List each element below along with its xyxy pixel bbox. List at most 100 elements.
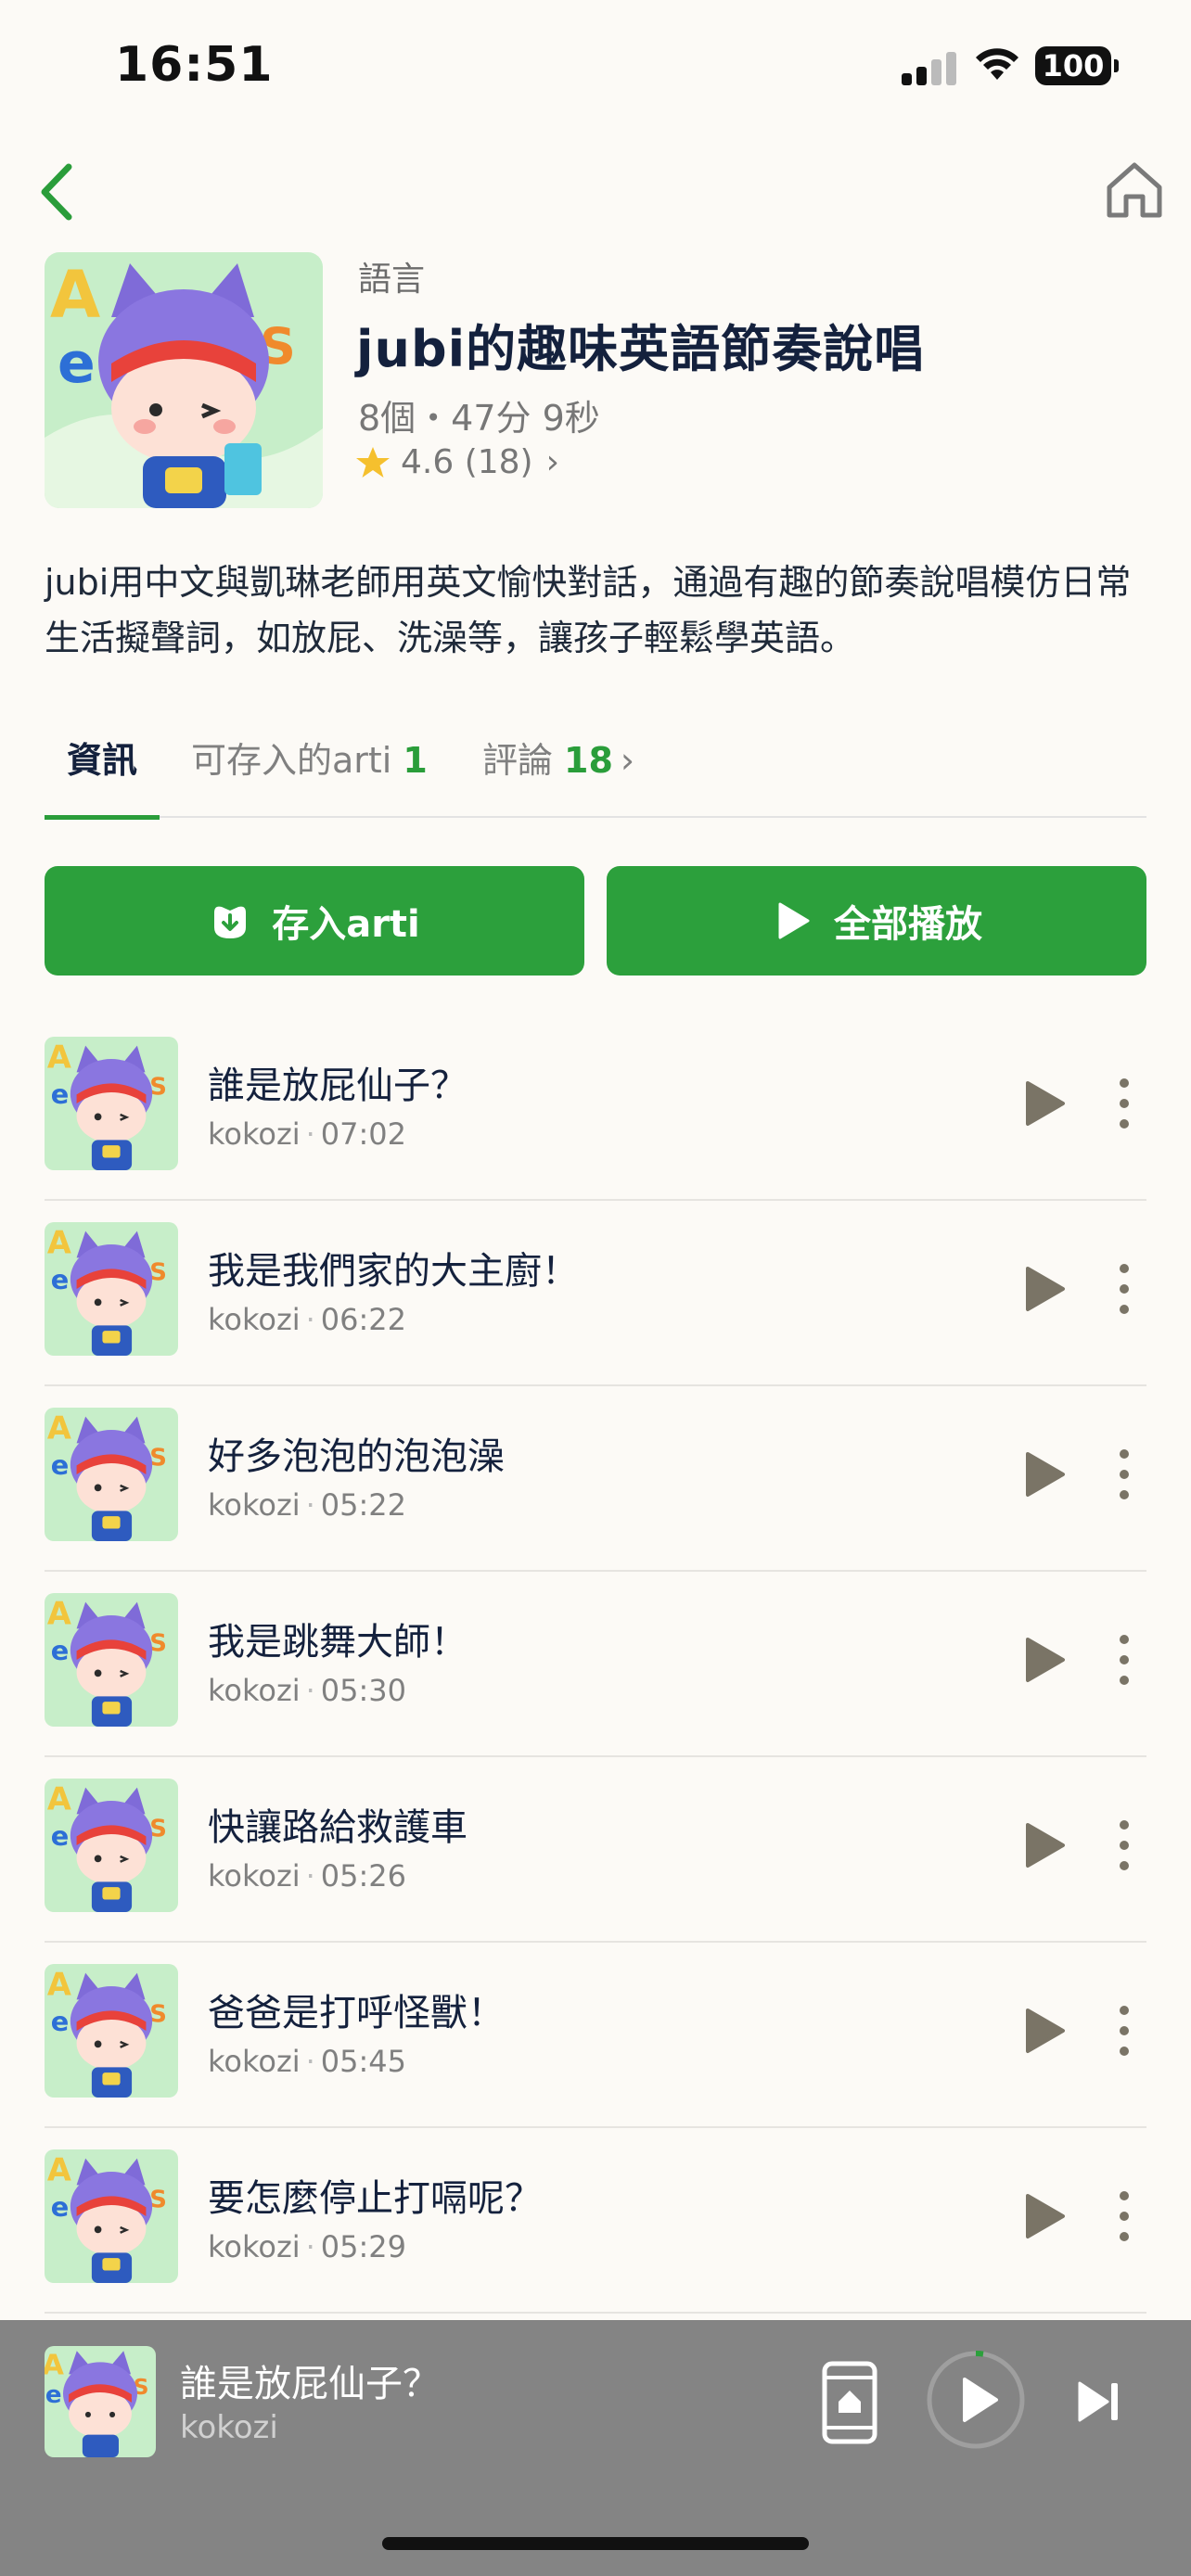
- tab-reviews-count: 18: [564, 740, 613, 781]
- separator-dot: ·: [305, 1487, 315, 1523]
- track-thumbnail: Ae S: [45, 1964, 178, 2098]
- track-subtitle: kokozi · 07:02: [208, 1116, 406, 1152]
- track-subtitle: kokozi · 05:30: [208, 1673, 406, 1708]
- more-options-icon[interactable]: [1106, 2001, 1143, 2060]
- track-title: 爸爸是打呼怪獸！: [208, 1992, 505, 2034]
- track-duration: 05:22: [320, 1487, 407, 1523]
- mini-player-cover: A e S: [45, 2346, 156, 2457]
- tab-info[interactable]: 資訊: [44, 733, 160, 820]
- svg-text:e: e: [45, 2381, 62, 2409]
- tab-arti-count: 1: [403, 740, 428, 781]
- next-track-icon[interactable]: [1072, 2376, 1124, 2428]
- track-duration: 05:30: [320, 1673, 407, 1708]
- track-duration: 05:26: [320, 1858, 407, 1894]
- track-artist: kokozi: [208, 2229, 301, 2264]
- svg-text:A: A: [47, 1596, 71, 1632]
- svg-text:A: A: [50, 257, 100, 333]
- play-icon: [778, 902, 810, 939]
- play-icon[interactable]: [1018, 1263, 1070, 1315]
- svg-text:e: e: [51, 2191, 70, 2223]
- chevron-right-icon: ›: [545, 443, 559, 481]
- svg-text:A: A: [47, 2152, 71, 2188]
- svg-text:S: S: [149, 1629, 167, 1657]
- svg-text:S: S: [149, 2186, 167, 2213]
- album-cover: A e S: [45, 252, 323, 508]
- track-artist: kokozi: [208, 2044, 301, 2079]
- track-row[interactable]: Ae S 我是跳舞大師！ kokozi · 05:30: [45, 1593, 1146, 1757]
- track-row[interactable]: Ae S 我是我們家的大主廚！ kokozi · 06:22: [45, 1222, 1146, 1386]
- track-thumbnail: Ae S: [45, 1779, 178, 1912]
- svg-text:S: S: [149, 1444, 167, 1472]
- rating-value: 4.6 (18): [401, 443, 533, 481]
- track-thumbnail: Ae S: [45, 2149, 178, 2283]
- track-artist: kokozi: [208, 1858, 301, 1894]
- mini-player-artist: kokozi: [180, 2409, 278, 2446]
- mini-player-play-icon[interactable]: [926, 2350, 1026, 2450]
- chevron-right-icon: ›: [620, 740, 635, 781]
- svg-text:S: S: [149, 1073, 167, 1101]
- svg-text:e: e: [51, 1449, 70, 1481]
- home-icon[interactable]: [1102, 158, 1167, 223]
- back-icon[interactable]: [32, 159, 87, 224]
- svg-text:S: S: [149, 2000, 167, 2028]
- more-options-icon[interactable]: [1106, 1630, 1143, 1690]
- track-list: Ae S 誰是放屁仙子？ kokozi · 07:02 Ae S 我是我們家的大主廚！ kokoz…: [45, 1037, 1146, 2520]
- signal-icon: [902, 48, 957, 85]
- status-time: 16:51: [115, 37, 274, 93]
- track-thumbnail: Ae S: [45, 1408, 178, 1541]
- track-title: 快讓路給救護車: [208, 1806, 467, 1849]
- tab-reviews[interactable]: 評論 18 ›: [482, 733, 634, 818]
- separator-dot: ·: [305, 2044, 315, 2079]
- svg-text:S: S: [149, 1258, 167, 1286]
- track-row[interactable]: Ae S 要怎麼停止打嗝呢？ kokozi · 05:29: [45, 2149, 1146, 2314]
- more-options-icon[interactable]: [1106, 1074, 1143, 1133]
- separator-dot: ·: [305, 1116, 315, 1152]
- play-icon[interactable]: [1018, 1448, 1070, 1500]
- track-thumbnail: Ae S: [45, 1593, 178, 1727]
- device-icon[interactable]: [820, 2359, 879, 2446]
- track-row[interactable]: Ae S 誰是放屁仙子？ kokozi · 07:02: [45, 1037, 1146, 1201]
- home-indicator: [382, 2537, 809, 2550]
- track-title: 我是跳舞大師！: [208, 1621, 467, 1664]
- play-icon[interactable]: [1018, 1819, 1070, 1871]
- svg-text:e: e: [51, 1635, 70, 1666]
- track-title: 好多泡泡的泡泡澡: [208, 1435, 505, 1478]
- track-duration: 05:29: [320, 2229, 407, 2264]
- svg-text:A: A: [45, 2349, 64, 2381]
- separator-dot: ·: [305, 2229, 315, 2264]
- more-options-icon[interactable]: [1106, 1259, 1143, 1319]
- track-title: 誰是放屁仙子？: [208, 1065, 467, 1107]
- track-thumbnail: Ae S: [45, 1037, 178, 1170]
- separator-dot: ·: [305, 1858, 315, 1894]
- more-options-icon[interactable]: [1106, 1816, 1143, 1875]
- track-row[interactable]: Ae S 爸爸是打呼怪獸！ kokozi · 05:45: [45, 1964, 1146, 2128]
- more-options-icon[interactable]: [1106, 1445, 1143, 1504]
- play-icon[interactable]: [1018, 2005, 1070, 2057]
- more-options-icon[interactable]: [1106, 2187, 1143, 2246]
- album-description: jubi用中文與凱琳老師用英文愉快對話，通過有趣的節奏說唱模仿日常生活擬聲詞，如…: [45, 562, 1132, 658]
- track-artist: kokozi: [208, 1302, 301, 1337]
- mini-player-title: 誰是放屁仙子？: [180, 2363, 440, 2405]
- track-subtitle: kokozi · 05:22: [208, 1487, 406, 1523]
- track-artist: kokozi: [208, 1487, 301, 1523]
- track-title: 我是我們家的大主廚！: [208, 1250, 579, 1293]
- svg-text:S: S: [149, 1815, 167, 1843]
- category-label: 語言: [358, 261, 426, 299]
- track-row[interactable]: Ae S 快讓路給救護車 kokozi · 05:26: [45, 1779, 1146, 1943]
- save-icon: [214, 906, 247, 938]
- svg-text:e: e: [51, 1264, 70, 1295]
- track-subtitle: kokozi · 06:22: [208, 1302, 406, 1337]
- play-all-button[interactable]: 全部播放: [607, 866, 1146, 976]
- track-subtitle: kokozi · 05:45: [208, 2044, 406, 2079]
- status-bar: 16:51 100: [0, 0, 1191, 139]
- tab-arti[interactable]: 可存入的arti 1: [191, 733, 428, 818]
- track-title: 要怎麼停止打嗝呢？: [208, 2177, 542, 2220]
- play-icon[interactable]: [1018, 2190, 1070, 2242]
- separator-dot: ·: [305, 1673, 315, 1708]
- track-row[interactable]: Ae S 好多泡泡的泡泡澡 kokozi · 05:22: [45, 1408, 1146, 1572]
- rating-link[interactable]: 4.6 (18) ›: [354, 443, 559, 481]
- save-to-arti-button[interactable]: 存入arti: [45, 866, 584, 976]
- album-meta: 8個・47分 9秒: [358, 398, 600, 439]
- play-icon[interactable]: [1018, 1634, 1070, 1686]
- play-icon[interactable]: [1018, 1078, 1070, 1129]
